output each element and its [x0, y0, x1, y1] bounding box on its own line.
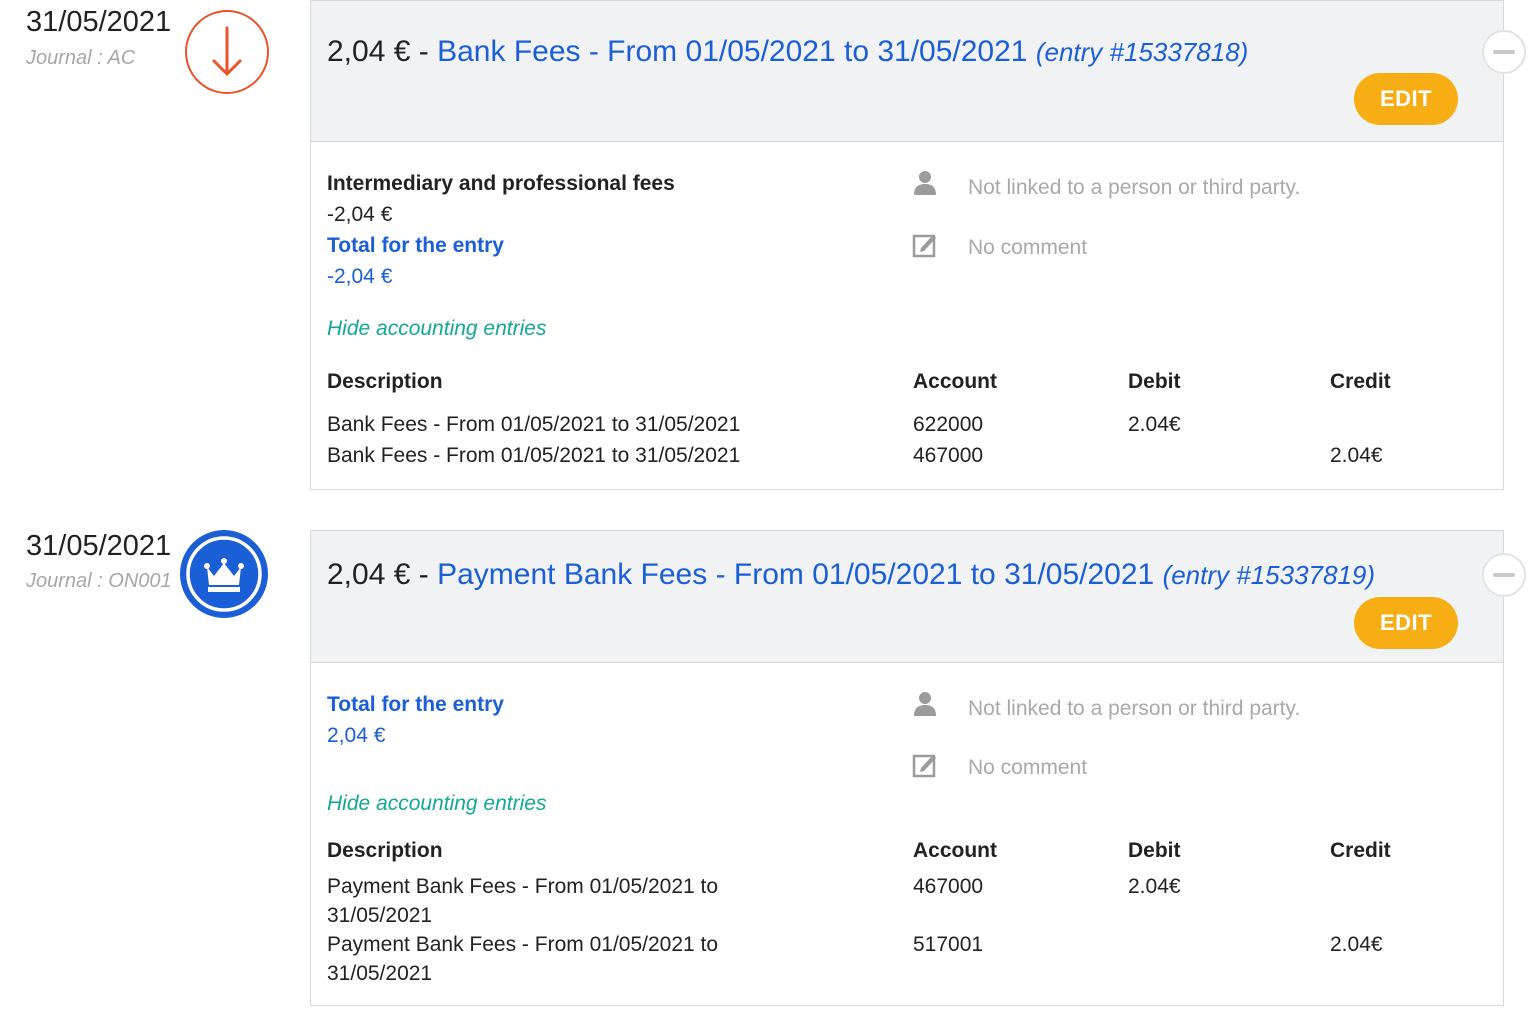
entry-ref: (entry #15337818) [1035, 37, 1249, 67]
line-label: Intermediary and professional fees [327, 172, 675, 195]
row-credit: 2.04€ [1330, 933, 1383, 956]
third-party-link[interactable]: Not linked to a person or third party. [968, 176, 1300, 200]
row-credit: 2.04€ [1330, 444, 1383, 467]
title-separator: - [418, 558, 429, 591]
edit-comment-icon [912, 754, 936, 778]
comment-text[interactable]: No comment [968, 236, 1087, 260]
minus-icon [1493, 50, 1515, 54]
column-header-debit: Debit [1128, 839, 1181, 862]
entry-title: 2,04 € - Bank Fees - From 01/05/2021 to … [327, 35, 1248, 69]
arrow-down-icon [185, 10, 269, 94]
column-header-description: Description [327, 839, 443, 862]
total-label: Total for the entry [327, 234, 504, 257]
entry-header: 2,04 € - Payment Bank Fees - From 01/05/… [310, 530, 1504, 663]
edit-button[interactable]: EDIT [1354, 73, 1458, 125]
edit-comment-icon [912, 234, 936, 258]
entry-details: Total for the entry 2,04 € Hide accounti… [310, 663, 1504, 1006]
edit-button[interactable]: EDIT [1354, 597, 1458, 649]
hide-accounting-entries-link[interactable]: Hide accounting entries [327, 317, 546, 341]
entry-amount: 2,04 € [327, 558, 411, 591]
total-amount: -2,04 € [327, 265, 393, 288]
column-header-debit: Debit [1128, 370, 1181, 393]
person-icon [914, 692, 936, 716]
person-icon [914, 171, 936, 195]
entry-title: 2,04 € - Payment Bank Fees - From 01/05/… [327, 558, 1375, 592]
row-description: Bank Fees - From 01/05/2021 to 31/05/202… [327, 444, 741, 467]
row-account: 517001 [913, 933, 984, 956]
total-amount: 2,04 € [327, 724, 386, 747]
title-separator: - [418, 35, 429, 68]
row-debit: 2.04€ [1128, 875, 1181, 898]
collapse-button[interactable] [1482, 30, 1526, 74]
total-label: Total for the entry [327, 693, 504, 716]
entry-date: 31/05/2021 [26, 530, 172, 562]
minus-icon [1493, 573, 1515, 577]
entry-title-link[interactable]: Bank Fees - From 01/05/2021 to 31/05/202… [437, 35, 1027, 68]
entry-date: 31/05/2021 [26, 6, 172, 38]
journal-label: Journal : AC [26, 47, 136, 69]
row-debit: 2.04€ [1128, 413, 1181, 436]
comment-text[interactable]: No comment [968, 756, 1087, 780]
row-description: Bank Fees - From 01/05/2021 to 31/05/202… [327, 413, 741, 436]
entry-ref: (entry #15337819) [1162, 560, 1376, 590]
third-party-link[interactable]: Not linked to a person or third party. [968, 697, 1300, 721]
journal-label: Journal : ON001 [26, 570, 172, 592]
crown-icon [180, 530, 268, 618]
column-header-account: Account [913, 839, 997, 862]
row-description: Payment Bank Fees - From 01/05/2021 to 3… [327, 933, 719, 985]
row-description: Payment Bank Fees - From 01/05/2021 to 3… [327, 875, 719, 927]
row-account: 467000 [913, 444, 984, 467]
column-header-credit: Credit [1330, 370, 1391, 393]
column-header-account: Account [913, 370, 997, 393]
entry-title-link[interactable]: Payment Bank Fees - From 01/05/2021 to 3… [437, 558, 1154, 591]
line-amount: -2,04 € [327, 203, 393, 226]
entry-amount: 2,04 € [327, 35, 411, 68]
collapse-button[interactable] [1482, 553, 1526, 597]
row-account: 467000 [913, 875, 984, 898]
entry-header: 2,04 € - Bank Fees - From 01/05/2021 to … [310, 0, 1504, 142]
column-header-description: Description [327, 370, 443, 393]
row-account: 622000 [913, 413, 984, 436]
hide-accounting-entries-link[interactable]: Hide accounting entries [327, 792, 546, 816]
entry-details: Intermediary and professional fees -2,04… [310, 142, 1504, 490]
column-header-credit: Credit [1330, 839, 1391, 862]
